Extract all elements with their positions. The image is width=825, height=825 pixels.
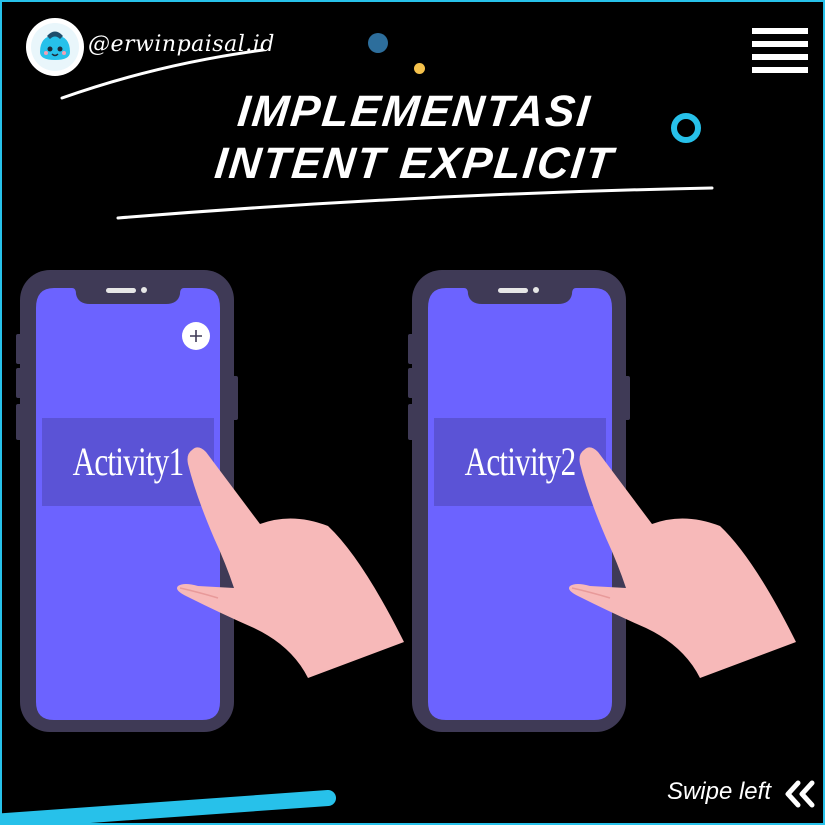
double-chevron-left-icon[interactable] bbox=[784, 780, 822, 808]
decor-dot-yellow bbox=[414, 63, 425, 74]
swipe-left-label[interactable]: Swipe left bbox=[667, 778, 771, 806]
title-underline bbox=[116, 186, 714, 220]
slide: @erwinpaisal.id IMPLEMENTASI INTENT EXPL… bbox=[0, 0, 825, 825]
title-line-1: IMPLEMENTASI bbox=[235, 87, 594, 136]
bottom-accent-stroke bbox=[2, 790, 336, 823]
phone-1: Activity1 bbox=[2, 268, 422, 738]
phone-2: Activity2 bbox=[394, 268, 814, 738]
pointing-hand-1 bbox=[177, 447, 404, 678]
decor-dot-blue bbox=[368, 33, 388, 53]
pointing-hand-2 bbox=[569, 447, 796, 678]
hamburger-menu-icon[interactable] bbox=[752, 28, 808, 76]
